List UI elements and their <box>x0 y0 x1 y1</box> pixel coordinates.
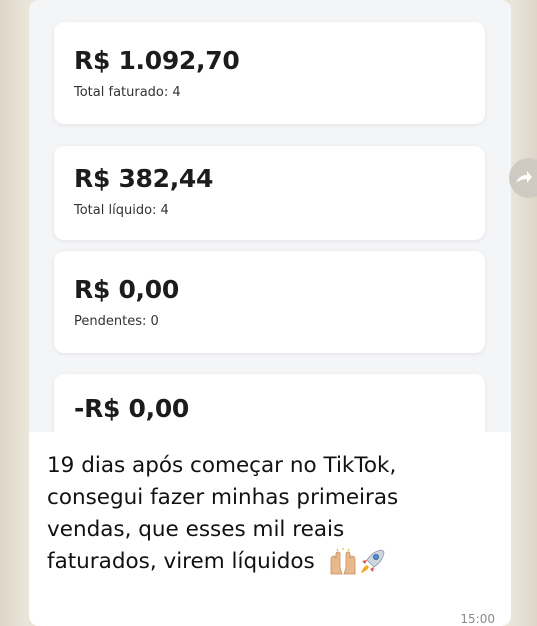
card-label: Total líquido: 4 <box>74 203 169 218</box>
summary-card-negative: -R$ 0,00 <box>54 374 485 432</box>
chat-wallpaper-left <box>0 0 28 626</box>
message-line: 19 dias após começar no TikTok, <box>47 453 397 478</box>
message-line: vendas, que esses mil reais <box>47 517 345 542</box>
message-bubble[interactable]: R$ 1.092,70 Total faturado: 4 R$ 382,44 … <box>29 0 511 626</box>
message-line-with-emoji: faturados, virem líquidos <box>47 546 502 578</box>
message-line: consegui fazer minhas primeiras <box>47 485 399 510</box>
message-line: faturados, virem líquidos <box>47 549 315 574</box>
raising-hands-icon <box>330 548 356 575</box>
chat-wallpaper-right <box>511 0 537 626</box>
card-amount: -R$ 0,00 <box>74 394 190 423</box>
summary-card-pending: R$ 0,00 Pendentes: 0 <box>54 251 485 353</box>
summary-card-total-billed: R$ 1.092,70 Total faturado: 4 <box>54 22 485 124</box>
message-timestamp: 15:00 <box>460 612 495 626</box>
card-amount: R$ 0,00 <box>74 275 179 304</box>
card-label: Total faturado: 4 <box>74 85 181 100</box>
message-text: 19 dias após começar no TikTok, consegui… <box>47 450 502 578</box>
card-label: Pendentes: 0 <box>74 314 159 329</box>
card-amount: R$ 1.092,70 <box>74 46 240 75</box>
forward-icon <box>516 171 532 183</box>
rocket-icon <box>360 549 385 573</box>
attached-screenshot[interactable]: R$ 1.092,70 Total faturado: 4 R$ 382,44 … <box>29 0 511 432</box>
card-amount: R$ 382,44 <box>74 164 214 193</box>
summary-card-net-total: R$ 382,44 Total líquido: 4 <box>54 146 485 240</box>
